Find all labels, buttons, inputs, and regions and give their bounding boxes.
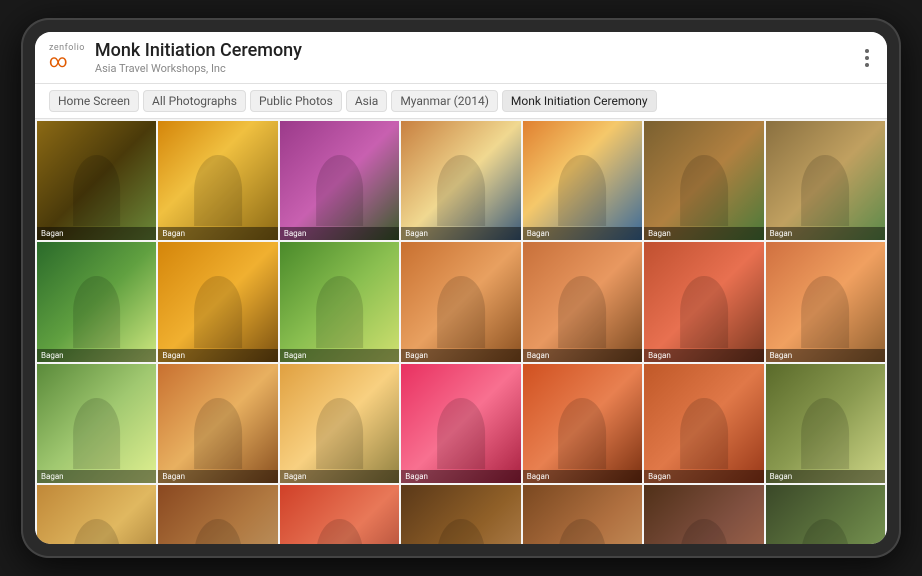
photo-location-label: Bagan bbox=[401, 227, 520, 240]
breadcrumb-item-ceremony[interactable]: Monk Initiation Ceremony bbox=[502, 90, 657, 112]
photo-figure-decoration bbox=[316, 276, 364, 348]
photo-location-label: Bagan bbox=[523, 227, 642, 240]
photo-figure-decoration bbox=[559, 398, 607, 470]
photo-figure-decoration bbox=[73, 155, 121, 227]
zenfolio-logo: zenfolio ∞ bbox=[49, 44, 85, 71]
photo-cell-16[interactable]: Bagan bbox=[158, 364, 277, 483]
photo-figure-decoration bbox=[559, 155, 607, 227]
photo-cell-4[interactable]: Bagan bbox=[401, 121, 520, 240]
photo-figure-decoration bbox=[316, 398, 364, 470]
photo-cell-12[interactable]: Bagan bbox=[523, 242, 642, 361]
photo-figure-decoration bbox=[316, 519, 364, 544]
photo-cell-13[interactable]: Bagan bbox=[644, 242, 763, 361]
photo-location-label: Bagan bbox=[158, 349, 277, 362]
photo-location-label: Bagan bbox=[523, 470, 642, 483]
photo-figure-decoration bbox=[559, 519, 607, 544]
breadcrumb-item-home[interactable]: Home Screen bbox=[49, 90, 139, 112]
photo-figure-decoration bbox=[680, 398, 728, 470]
photo-location-label: Bagan bbox=[37, 227, 156, 240]
photo-cell-18[interactable]: Bagan bbox=[401, 364, 520, 483]
photo-location-label: Bagan bbox=[280, 349, 399, 362]
photo-location-label: Bagan bbox=[37, 470, 156, 483]
photo-location-label: Bagan bbox=[766, 349, 885, 362]
tablet-screen: zenfolio ∞ Monk Initiation Ceremony Asia… bbox=[35, 32, 887, 544]
breadcrumb-item-myanmar[interactable]: Myanmar (2014) bbox=[391, 90, 498, 112]
logo-icon: ∞ bbox=[49, 53, 68, 71]
photo-cell-17[interactable]: Bagan bbox=[280, 364, 399, 483]
photo-location-label: Bagan bbox=[766, 227, 885, 240]
photo-grid: BaganBaganBaganBaganBaganBaganBaganBagan… bbox=[35, 119, 887, 544]
page-title: Monk Initiation Ceremony bbox=[95, 40, 861, 62]
photo-grid-inner: BaganBaganBaganBaganBaganBaganBaganBagan… bbox=[35, 119, 887, 544]
photo-figure-decoration bbox=[680, 155, 728, 227]
photo-figure-decoration bbox=[316, 155, 364, 227]
photo-figure-decoration bbox=[437, 155, 485, 227]
photo-cell-6[interactable]: Bagan bbox=[644, 121, 763, 240]
photo-location-label: Bagan bbox=[401, 470, 520, 483]
photo-cell-1[interactable]: Bagan bbox=[37, 121, 156, 240]
photo-location-label: Bagan bbox=[644, 470, 763, 483]
photo-figure-decoration bbox=[680, 276, 728, 348]
photo-cell-5[interactable]: Bagan bbox=[523, 121, 642, 240]
photo-cell-24[interactable]: Bagan bbox=[280, 485, 399, 544]
photo-cell-14[interactable]: Bagan bbox=[766, 242, 885, 361]
photo-figure-decoration bbox=[801, 398, 849, 470]
photo-figure-decoration bbox=[680, 519, 728, 544]
dot-1 bbox=[865, 49, 869, 53]
photo-cell-10[interactable]: Bagan bbox=[280, 242, 399, 361]
photo-figure-decoration bbox=[73, 519, 121, 544]
photo-cell-11[interactable]: Bagan bbox=[401, 242, 520, 361]
photo-location-label: Bagan bbox=[280, 227, 399, 240]
photo-figure-decoration bbox=[194, 519, 242, 544]
photo-location-label: Bagan bbox=[158, 227, 277, 240]
photo-location-label: Bagan bbox=[766, 470, 885, 483]
breadcrumb-item-all-photos[interactable]: All Photographs bbox=[143, 90, 246, 112]
breadcrumb-item-public-photos[interactable]: Public Photos bbox=[250, 90, 342, 112]
breadcrumb-item-asia[interactable]: Asia bbox=[346, 90, 387, 112]
photo-location-label: Bagan bbox=[401, 349, 520, 362]
more-options-button[interactable] bbox=[861, 45, 873, 71]
photo-cell-23[interactable]: Bagan bbox=[158, 485, 277, 544]
app-header: zenfolio ∞ Monk Initiation Ceremony Asia… bbox=[35, 32, 887, 84]
photo-cell-27[interactable]: Bagan bbox=[644, 485, 763, 544]
photo-figure-decoration bbox=[437, 398, 485, 470]
photo-cell-28[interactable]: Bagan bbox=[766, 485, 885, 544]
photo-location-label: Bagan bbox=[37, 349, 156, 362]
logo-infinity-icon: ∞ bbox=[49, 53, 68, 71]
photo-cell-20[interactable]: Bagan bbox=[644, 364, 763, 483]
photo-figure-decoration bbox=[801, 519, 849, 544]
photo-figure-decoration bbox=[437, 519, 485, 544]
photo-cell-21[interactable]: Bagan bbox=[766, 364, 885, 483]
breadcrumb: Home ScreenAll PhotographsPublic PhotosA… bbox=[35, 84, 887, 119]
photo-figure-decoration bbox=[194, 276, 242, 348]
photo-figure-decoration bbox=[194, 155, 242, 227]
photo-location-label: Bagan bbox=[280, 470, 399, 483]
photo-cell-3[interactable]: Bagan bbox=[280, 121, 399, 240]
photo-location-label: Bagan bbox=[158, 470, 277, 483]
photo-figure-decoration bbox=[73, 276, 121, 348]
photo-cell-25[interactable]: Bagan bbox=[401, 485, 520, 544]
photo-location-label: Bagan bbox=[644, 227, 763, 240]
photo-location-label: Bagan bbox=[523, 349, 642, 362]
photo-cell-26[interactable]: Bagan bbox=[523, 485, 642, 544]
photo-figure-decoration bbox=[437, 276, 485, 348]
photo-location-label: Bagan bbox=[644, 349, 763, 362]
dot-3 bbox=[865, 63, 869, 67]
photo-figure-decoration bbox=[801, 155, 849, 227]
photo-cell-22[interactable]: Bagan bbox=[37, 485, 156, 544]
photo-figure-decoration bbox=[73, 398, 121, 470]
tablet-frame: zenfolio ∞ Monk Initiation Ceremony Asia… bbox=[21, 18, 901, 558]
photo-figure-decoration bbox=[194, 398, 242, 470]
photo-figure-decoration bbox=[801, 276, 849, 348]
header-subtitle: Asia Travel Workshops, Inc bbox=[95, 62, 861, 75]
photo-cell-19[interactable]: Bagan bbox=[523, 364, 642, 483]
photo-cell-15[interactable]: Bagan bbox=[37, 364, 156, 483]
photo-cell-8[interactable]: Bagan bbox=[37, 242, 156, 361]
header-title-block: Monk Initiation Ceremony Asia Travel Wor… bbox=[95, 40, 861, 75]
dot-2 bbox=[865, 56, 869, 60]
photo-cell-9[interactable]: Bagan bbox=[158, 242, 277, 361]
photo-cell-2[interactable]: Bagan bbox=[158, 121, 277, 240]
photo-figure-decoration bbox=[559, 276, 607, 348]
photo-cell-7[interactable]: Bagan bbox=[766, 121, 885, 240]
